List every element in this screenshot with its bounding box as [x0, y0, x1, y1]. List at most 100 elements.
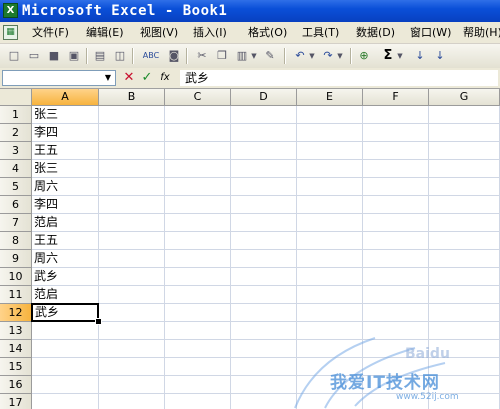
column-header-d[interactable]: D — [231, 89, 297, 106]
cell-f9[interactable] — [363, 250, 429, 268]
print-preview-icon[interactable]: ◫ — [112, 48, 128, 64]
cell-d12[interactable] — [231, 304, 297, 322]
cell-d8[interactable] — [231, 232, 297, 250]
cell-e1[interactable] — [297, 106, 363, 124]
cell-a4[interactable]: 张三 — [32, 160, 99, 178]
insert-function-icon[interactable]: fx — [158, 70, 172, 86]
cell-c17[interactable] — [165, 394, 231, 409]
menu-tools[interactable]: 工具(T) — [302, 25, 339, 40]
cell-b3[interactable] — [99, 142, 165, 160]
cell-a9[interactable]: 周六 — [32, 250, 99, 268]
cell-f6[interactable] — [363, 196, 429, 214]
open-folder-icon[interactable]: ▭ — [26, 48, 42, 64]
cell-b16[interactable] — [99, 376, 165, 394]
cell-a16[interactable] — [32, 376, 99, 394]
cell-f4[interactable] — [363, 160, 429, 178]
cell-c6[interactable] — [165, 196, 231, 214]
cell-a2[interactable]: 李四 — [32, 124, 99, 142]
cell-g4[interactable] — [429, 160, 500, 178]
enter-icon[interactable]: ✓ — [140, 70, 154, 86]
cell-d10[interactable] — [231, 268, 297, 286]
cell-d13[interactable] — [231, 322, 297, 340]
cell-a7[interactable]: 范启 — [32, 214, 99, 232]
column-header-a[interactable]: A — [32, 89, 99, 106]
paste-dropdown-icon[interactable]: ▼ — [250, 48, 258, 64]
cell-e7[interactable] — [297, 214, 363, 232]
cell-b9[interactable] — [99, 250, 165, 268]
cell-a11[interactable]: 范启 — [32, 286, 99, 304]
cell-b15[interactable] — [99, 358, 165, 376]
cell-d16[interactable] — [231, 376, 297, 394]
cell-e8[interactable] — [297, 232, 363, 250]
cell-a10[interactable]: 武乡 — [32, 268, 99, 286]
cell-f10[interactable] — [363, 268, 429, 286]
row-header-5[interactable]: 5 — [0, 178, 32, 196]
paste-icon[interactable]: ▥ — [234, 48, 250, 64]
cell-d17[interactable] — [231, 394, 297, 409]
cell-a17[interactable] — [32, 394, 99, 409]
cell-e11[interactable] — [297, 286, 363, 304]
copy-icon[interactable]: ❐ — [214, 48, 230, 64]
cell-a12[interactable]: 武乡 — [31, 303, 99, 322]
cell-e6[interactable] — [297, 196, 363, 214]
cell-d15[interactable] — [231, 358, 297, 376]
undo-dropdown-icon[interactable]: ▼ — [308, 48, 316, 64]
menu-view[interactable]: 视图(V) — [140, 25, 178, 40]
cut-icon[interactable]: ✂ — [194, 48, 210, 64]
column-header-b[interactable]: B — [99, 89, 165, 106]
cell-g2[interactable] — [429, 124, 500, 142]
cell-c1[interactable] — [165, 106, 231, 124]
row-header-14[interactable]: 14 — [0, 340, 32, 358]
cell-f1[interactable] — [363, 106, 429, 124]
cell-d4[interactable] — [231, 160, 297, 178]
row-header-7[interactable]: 7 — [0, 214, 32, 232]
cell-d11[interactable] — [231, 286, 297, 304]
cell-e5[interactable] — [297, 178, 363, 196]
cell-f5[interactable] — [363, 178, 429, 196]
row-header-8[interactable]: 8 — [0, 232, 32, 250]
permission-icon[interactable]: ▣ — [66, 48, 82, 64]
cell-c4[interactable] — [165, 160, 231, 178]
redo-icon[interactable]: ↷ — [320, 48, 336, 64]
menu-insert[interactable]: 插入(I) — [193, 25, 227, 40]
cell-g9[interactable] — [429, 250, 500, 268]
column-header-g[interactable]: G — [429, 89, 500, 106]
cell-e3[interactable] — [297, 142, 363, 160]
name-box-dropdown-icon[interactable]: ▼ — [102, 71, 114, 85]
cell-g12[interactable] — [429, 304, 500, 322]
cell-c10[interactable] — [165, 268, 231, 286]
cell-d5[interactable] — [231, 178, 297, 196]
cell-c16[interactable] — [165, 376, 231, 394]
cell-g11[interactable] — [429, 286, 500, 304]
cell-a3[interactable]: 王五 — [32, 142, 99, 160]
cell-b13[interactable] — [99, 322, 165, 340]
column-header-e[interactable]: E — [297, 89, 363, 106]
fill-handle[interactable] — [95, 318, 102, 325]
cell-f3[interactable] — [363, 142, 429, 160]
cell-d6[interactable] — [231, 196, 297, 214]
cell-b5[interactable] — [99, 178, 165, 196]
cell-e4[interactable] — [297, 160, 363, 178]
cell-g10[interactable] — [429, 268, 500, 286]
cell-b2[interactable] — [99, 124, 165, 142]
menu-format[interactable]: 格式(O) — [248, 25, 287, 40]
cell-a13[interactable] — [32, 322, 99, 340]
cell-a8[interactable]: 王五 — [32, 232, 99, 250]
cell-g7[interactable] — [429, 214, 500, 232]
row-header-12[interactable]: 12 — [0, 304, 32, 322]
sort-ascending-icon[interactable]: ↓ — [412, 48, 428, 64]
undo-icon[interactable]: ↶ — [292, 48, 308, 64]
cell-c9[interactable] — [165, 250, 231, 268]
workbook-icon[interactable]: ▦ — [3, 25, 18, 40]
cell-e13[interactable] — [297, 322, 363, 340]
cell-g8[interactable] — [429, 232, 500, 250]
row-header-9[interactable]: 9 — [0, 250, 32, 268]
sort-descending-icon[interactable]: ↓ — [432, 48, 448, 64]
menu-window[interactable]: 窗口(W) — [410, 25, 451, 40]
row-header-10[interactable]: 10 — [0, 268, 32, 286]
cell-f2[interactable] — [363, 124, 429, 142]
row-header-16[interactable]: 16 — [0, 376, 32, 394]
cell-c12[interactable] — [165, 304, 231, 322]
row-header-3[interactable]: 3 — [0, 142, 32, 160]
row-header-11[interactable]: 11 — [0, 286, 32, 304]
